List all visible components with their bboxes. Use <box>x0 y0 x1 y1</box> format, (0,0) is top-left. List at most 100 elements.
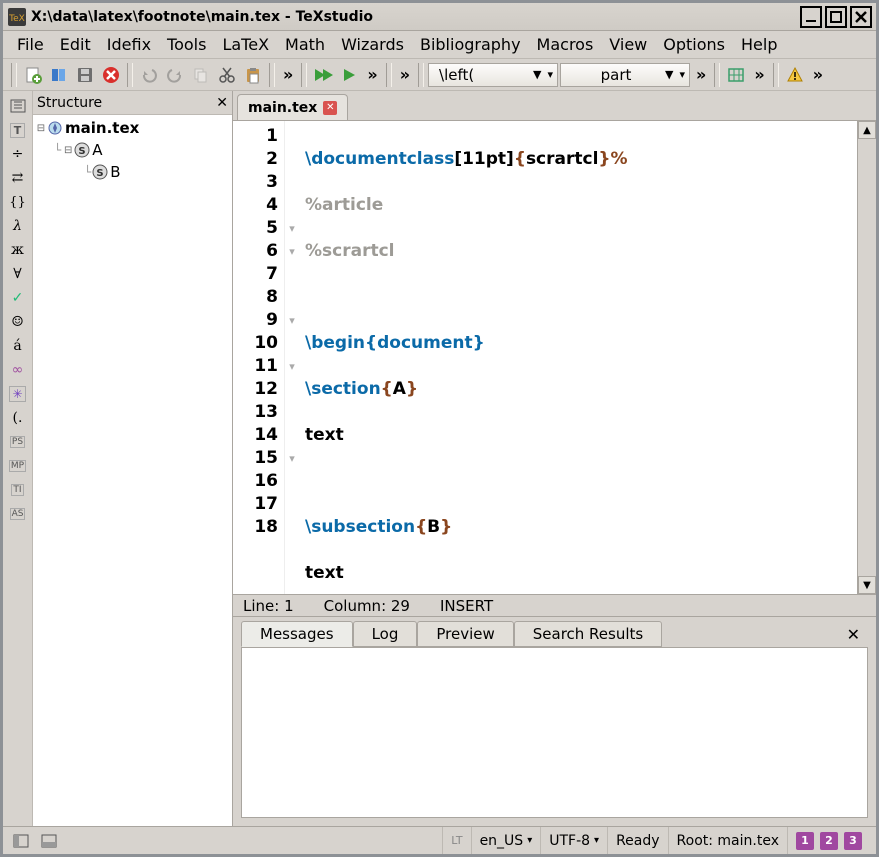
paste-button[interactable] <box>241 63 265 87</box>
close-file-button[interactable] <box>99 63 123 87</box>
scroll-down-icon[interactable]: ▼ <box>858 576 876 594</box>
table-tool-button[interactable] <box>724 63 748 87</box>
output-tab-messages[interactable]: Messages <box>241 621 353 647</box>
menu-tools[interactable]: Tools <box>159 32 214 57</box>
pkg-as-icon[interactable]: AS <box>6 503 30 525</box>
menu-bibliography[interactable]: Bibliography <box>412 32 529 57</box>
structure-tree[interactable]: ⊟ main.tex └ ⊟ S A └ S B <box>33 115 232 826</box>
menu-wizards[interactable]: Wizards <box>333 32 412 57</box>
pkg-ps-icon[interactable]: PS <box>6 431 30 453</box>
svg-text:TeX: TeX <box>8 14 25 24</box>
menu-options[interactable]: Options <box>655 32 733 57</box>
structure-panel: Structure ✕ ⊟ main.tex └ ⊟ S A <box>33 91 233 826</box>
panel-bottom-toggle-icon[interactable] <box>37 829 61 853</box>
save-button[interactable] <box>73 63 97 87</box>
compile-button[interactable] <box>337 63 361 87</box>
symbol-text-icon[interactable]: T <box>6 119 30 141</box>
panel-left-toggle-icon[interactable] <box>9 829 33 853</box>
tab-main[interactable]: main.tex ✕ <box>237 94 348 120</box>
structure-close-icon[interactable]: ✕ <box>216 95 228 111</box>
copy-button[interactable] <box>189 63 213 87</box>
menu-help[interactable]: Help <box>733 32 785 57</box>
undo-button[interactable] <box>137 63 161 87</box>
root-doc-cell[interactable]: Root: main.tex <box>668 827 787 854</box>
symbol-cyrillic-icon[interactable]: ж <box>6 239 30 261</box>
svg-text:S: S <box>97 168 104 179</box>
fold-column[interactable]: ▾▾ ▾▾ ▾ <box>285 121 299 594</box>
redo-button[interactable] <box>163 63 187 87</box>
bookmark-1-icon[interactable]: 1 <box>796 832 814 850</box>
menu-latex[interactable]: LaTeX <box>214 32 277 57</box>
output-close-icon[interactable]: ✕ <box>839 621 868 648</box>
language-cell[interactable]: en_US▾ <box>471 827 541 854</box>
build-run-button[interactable] <box>311 63 335 87</box>
minimize-button[interactable] <box>800 6 822 28</box>
tree-expand-icon[interactable]: ⊟ <box>62 145 74 156</box>
encoding-cell[interactable]: UTF-8▾ <box>540 827 607 854</box>
pkg-mp-icon[interactable]: MP <box>6 455 30 477</box>
toolbar-overflow-4[interactable]: » <box>692 65 710 84</box>
editor-scrollbar[interactable]: ▲ ▼ <box>857 121 876 594</box>
cut-button[interactable] <box>215 63 239 87</box>
pkg-ti-icon[interactable]: TI <box>6 479 30 501</box>
menu-macros[interactable]: Macros <box>529 32 602 57</box>
symbol-operator-icon[interactable]: ÷ <box>6 143 30 165</box>
sectioning-combo[interactable]: part▼▾ <box>560 63 690 87</box>
code-content[interactable]: \documentclass[11pt]{scrartcl}% %article… <box>299 121 857 594</box>
symbol-brace-icon[interactable]: {} <box>6 191 30 213</box>
toolbar-overflow-6[interactable]: » <box>809 65 827 84</box>
close-window-button[interactable] <box>850 6 872 28</box>
code-editor[interactable]: 1234 5678 9101112 13141516 1718 ▾▾ ▾▾ ▾ … <box>233 121 857 594</box>
symbol-misc-icon[interactable]: ☺ <box>6 311 30 333</box>
symbol-arrow-icon[interactable]: ⇄ <box>6 167 30 189</box>
delimiter-value: \left( <box>439 66 474 84</box>
app-icon: TeX <box>7 7 27 27</box>
menu-view[interactable]: View <box>601 32 655 57</box>
tree-root[interactable]: ⊟ main.tex <box>35 117 230 139</box>
maximize-button[interactable] <box>825 6 847 28</box>
tab-close-icon[interactable]: ✕ <box>323 101 337 115</box>
structure-panel-header: Structure ✕ <box>33 91 232 115</box>
menu-math[interactable]: Math <box>277 32 333 57</box>
toolbar-overflow-5[interactable]: » <box>750 65 768 84</box>
tree-root-label: main.tex <box>65 119 139 137</box>
menu-edit[interactable]: Edit <box>52 32 99 57</box>
scroll-up-icon[interactable]: ▲ <box>858 121 876 139</box>
symbol-toolbar: T ÷ ⇄ {} λ ж ∀ ✓ ☺ á ∞ ✳ (. PS MP TI AS <box>3 91 33 826</box>
symbol-favorite-icon[interactable]: ✳ <box>6 383 30 405</box>
bookmark-2-icon[interactable]: 2 <box>820 832 838 850</box>
file-icon <box>47 120 65 136</box>
sectioning-value: part <box>601 66 632 84</box>
symbol-check-icon[interactable]: ✓ <box>6 287 30 309</box>
menu-idefix[interactable]: Idefix <box>99 32 159 57</box>
symbol-paren-icon[interactable]: (. <box>6 407 30 429</box>
tree-subsection-b[interactable]: └ S B <box>35 161 230 183</box>
panel-toggle-icon[interactable] <box>6 95 30 117</box>
output-tab-preview[interactable]: Preview <box>417 621 513 647</box>
svg-text:S: S <box>79 146 86 157</box>
tree-expand-icon[interactable]: ⊟ <box>35 123 47 134</box>
structure-title: Structure <box>37 95 102 111</box>
language-tool-cell[interactable]: LT <box>442 827 470 854</box>
section-icon: S <box>74 142 92 158</box>
warning-button[interactable] <box>783 63 807 87</box>
symbol-special-icon[interactable]: ∞ <box>6 359 30 381</box>
new-file-button[interactable] <box>21 63 45 87</box>
tree-section-a[interactable]: └ ⊟ S A <box>35 139 230 161</box>
symbol-forall-icon[interactable]: ∀ <box>6 263 30 285</box>
delimiter-combo[interactable]: \left(▼▾ <box>428 63 558 87</box>
output-tab-search[interactable]: Search Results <box>514 621 662 647</box>
toolbar-overflow-3[interactable]: » <box>396 65 414 84</box>
line-gutter: 1234 5678 9101112 13141516 1718 <box>233 121 285 594</box>
editor-statusbar: Line: 1 Column: 29 INSERT <box>233 594 876 616</box>
symbol-greek-icon[interactable]: λ <box>6 215 30 237</box>
output-body[interactable] <box>241 647 868 818</box>
open-file-button[interactable] <box>47 63 71 87</box>
bookmark-3-icon[interactable]: 3 <box>844 832 862 850</box>
output-tabbar: Messages Log Preview Search Results ✕ <box>233 617 876 647</box>
symbol-accent-icon[interactable]: á <box>6 335 30 357</box>
output-tab-log[interactable]: Log <box>353 621 418 647</box>
toolbar-overflow-2[interactable]: » <box>363 65 381 84</box>
toolbar-overflow-1[interactable]: » <box>279 65 297 84</box>
menu-file[interactable]: File <box>9 32 52 57</box>
